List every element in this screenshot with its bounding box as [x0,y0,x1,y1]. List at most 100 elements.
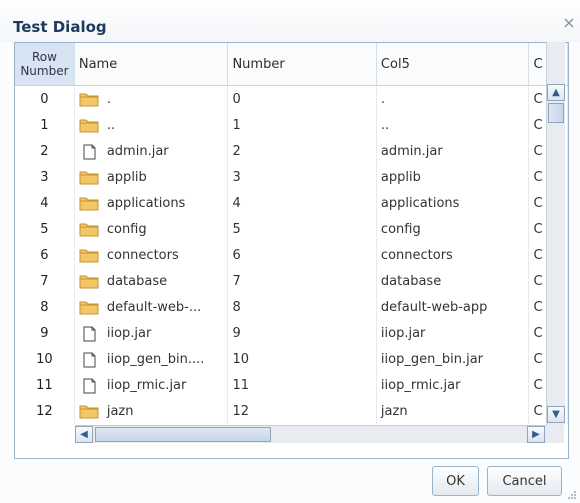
row-number-cell: 0 [15,85,75,112]
number-cell: 9 [227,320,377,346]
vertical-scroll-thumb[interactable] [548,103,564,123]
col5-cell: admin.jar [376,138,530,164]
number-cell: 4 [227,190,377,216]
header-name[interactable]: Name [74,43,229,86]
name-cell[interactable]: admin.jar [74,138,229,164]
scroll-up-button[interactable]: ▲ [547,84,565,101]
name-cell[interactable]: default-web-... [74,294,229,320]
cancel-button[interactable]: Cancel [487,466,562,496]
row-number-cell: 8 [15,294,75,320]
number-cell: 3 [227,164,377,190]
name-text: jazn [106,403,134,419]
scroll-right-button[interactable]: ▶ [527,426,545,443]
name-cell[interactable]: applications [74,190,229,216]
table-row[interactable]: 3 applib 3 applib C [15,164,568,190]
name-text: iiop_gen_bin.... [106,351,205,367]
name-cell[interactable]: connectors [74,242,229,268]
name-cell[interactable]: config [74,216,229,242]
name-text: connectors [106,247,179,263]
number-cell: 7 [227,268,377,294]
col5-cell: iiop_gen_bin.jar [376,346,530,372]
col5-cell: config [376,216,530,242]
row-number-cell: 7 [15,268,75,294]
scroll-left-button[interactable]: ◀ [75,426,93,443]
table-row[interactable]: 10 iiop_gen_bin.... 10 iiop_gen_bin.jar C [15,346,568,372]
file-icon [79,377,99,394]
row-number-cell: 10 [15,346,75,372]
folder-icon [79,195,99,211]
header-col5[interactable]: Col5 [376,43,530,86]
row-number-cell: 3 [15,164,75,190]
col5-cell: iiop_rmic.jar [376,372,530,398]
header-number[interactable]: Number [227,43,377,86]
number-cell: 10 [227,346,377,372]
number-cell: 11 [227,372,377,398]
name-cell[interactable]: iiop_gen_bin.... [74,346,229,372]
row-number-cell: 12 [15,398,75,424]
row-number-cell: 9 [15,320,75,346]
header-row-number[interactable]: Row Number [15,43,75,86]
folder-icon [79,247,99,263]
table-row[interactable]: 6 connectors 6 connectors C [15,242,568,268]
row-number-cell: 11 [15,372,75,398]
folder-icon [79,273,99,289]
table-row[interactable]: 2 admin.jar 2 admin.jar C [15,138,568,164]
row-number-cell: 6 [15,242,75,268]
table-row[interactable]: 7 database 7 database C [15,268,568,294]
close-icon[interactable]: × [562,15,576,31]
number-cell: 6 [227,242,377,268]
number-cell: 0 [227,85,377,112]
number-cell: 2 [227,138,377,164]
table-row[interactable]: 9 iiop.jar 9 iiop.jar C [15,320,568,346]
col5-cell: applications [376,190,530,216]
name-text: . [106,91,111,107]
col5-cell: . [376,85,530,112]
name-text: applib [106,169,147,185]
col5-cell: default-web-app [376,294,530,320]
col5-cell: jazn [376,398,530,424]
folder-icon [79,221,99,237]
col5-cell: applib [376,164,530,190]
table-row[interactable]: 0.0.C [15,85,568,112]
name-text: admin.jar [106,143,169,159]
name-cell[interactable]: jazn [74,398,229,424]
file-icon [79,351,99,368]
dialog-title: Test Dialog [13,18,107,36]
file-icon [79,143,99,160]
table-row[interactable]: 8 default-web-... 8 default-web-app C [15,294,568,320]
dialog-titlebar[interactable]: Test Dialog × [0,0,580,42]
number-cell: 1 [227,112,377,138]
table-row[interactable]: 1.. 1.. C [15,112,568,138]
folder-icon [79,403,99,419]
table-row[interactable]: 12 jazn 12 jazn C [15,398,568,424]
name-cell[interactable]: iiop.jar [74,320,229,346]
col5-cell: connectors [376,242,530,268]
name-text: default-web-... [106,299,202,315]
row-number-cell: 2 [15,138,75,164]
horizontal-scrollbar[interactable]: ◀ ▶ [75,425,564,443]
table-row[interactable]: 5 config 5 config C [15,216,568,242]
col5-cell: database [376,268,530,294]
name-cell[interactable]: . [74,85,229,112]
file-icon [79,325,99,342]
number-cell: 8 [227,294,377,320]
name-cell[interactable]: iiop_rmic.jar [74,372,229,398]
col5-cell: iiop.jar [376,320,530,346]
col5-cell: .. [376,112,530,138]
name-cell[interactable]: .. [74,112,229,138]
scroll-down-button[interactable]: ▼ [547,406,565,423]
table-header: Row Number Name Number Col5 C [15,43,568,86]
ok-button[interactable]: OK [432,466,479,496]
test-dialog: Test Dialog × Row Number Name Number Col5… [0,0,580,503]
number-cell: 5 [227,216,377,242]
resize-grip-icon[interactable] [567,490,577,500]
folder-icon [79,299,99,315]
name-cell[interactable]: applib [74,164,229,190]
folder-icon [79,117,99,133]
folder-icon [79,169,99,185]
table-row[interactable]: 4 applications 4 applications C [15,190,568,216]
horizontal-scroll-thumb[interactable] [95,427,271,442]
vertical-scrollbar[interactable]: ▲ ▼ [546,42,565,425]
name-cell[interactable]: database [74,268,229,294]
table-row[interactable]: 11 iiop_rmic.jar 11 iiop_rmic.jar C [15,372,568,398]
